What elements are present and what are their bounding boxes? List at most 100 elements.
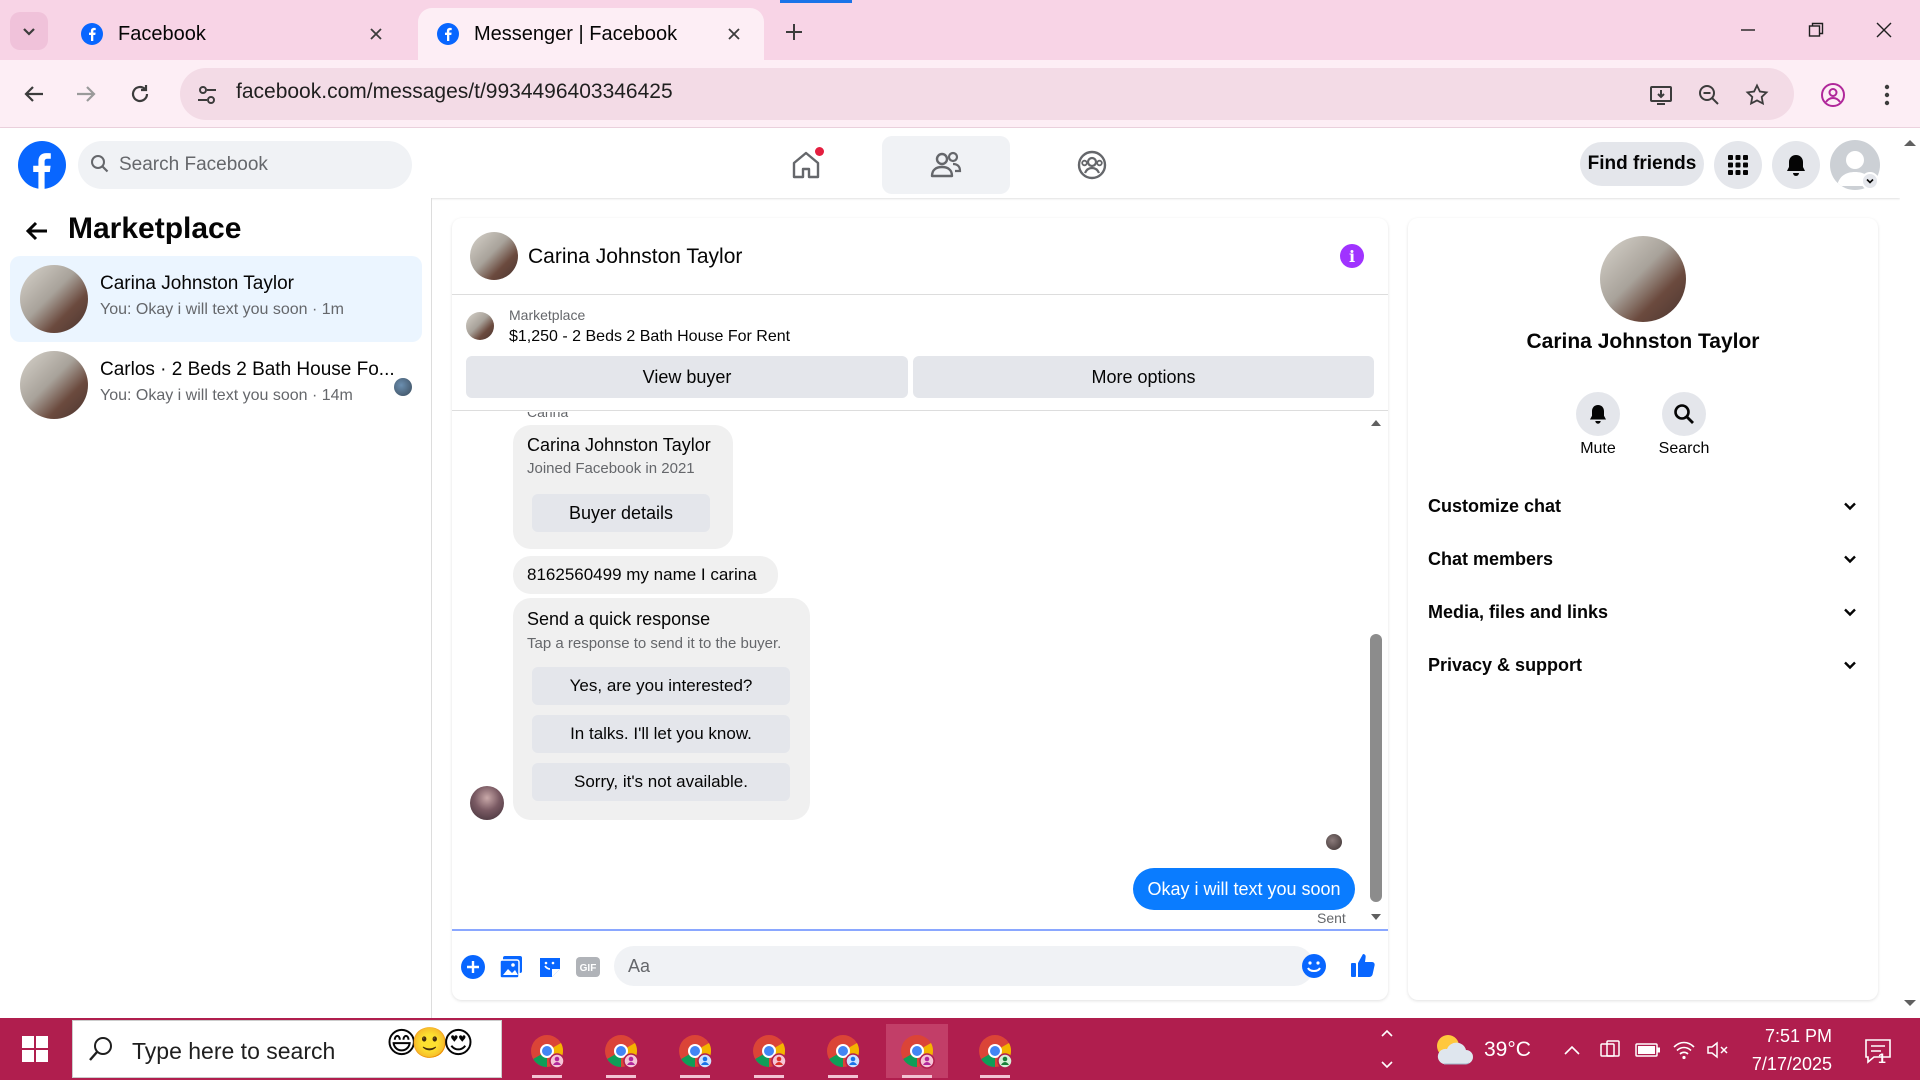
mute-button[interactable]	[1576, 392, 1620, 436]
chat-contact-name[interactable]: Carina Johnston Taylor	[528, 245, 742, 269]
facebook-logo[interactable]	[18, 141, 66, 189]
account-circle-icon	[1821, 83, 1845, 107]
more-actions-button[interactable]	[458, 952, 488, 982]
outgoing-message: Okay i will text you soon	[1133, 868, 1355, 910]
message-input[interactable]	[628, 952, 1228, 980]
meet-now-button[interactable]	[1596, 1036, 1624, 1064]
tune-icon	[198, 86, 216, 104]
taskbar-chrome-app[interactable]	[964, 1024, 1026, 1078]
sticker-button[interactable]	[535, 952, 565, 982]
buyer-details-button[interactable]: Buyer details	[532, 494, 710, 532]
section-label: Chat members	[1428, 548, 1554, 569]
chevron-down-icon	[1844, 502, 1856, 511]
chat-scrollbar-thumb[interactable]	[1370, 634, 1382, 902]
contact-avatar-large[interactable]	[1600, 236, 1686, 322]
clock-time[interactable]: 7:51 PM	[1742, 1026, 1832, 1047]
clock-date[interactable]: 7/17/2025	[1742, 1054, 1832, 1075]
facebook-logo-icon	[18, 141, 66, 189]
chevron-updown-icon	[1381, 1029, 1393, 1069]
quick-response-option[interactable]: In talks. I'll let you know.	[532, 715, 790, 753]
forward-button[interactable]	[66, 74, 106, 114]
account-chevron[interactable]	[1861, 172, 1879, 190]
profile-button[interactable]	[1816, 78, 1850, 112]
show-hidden-icons-button[interactable]	[1558, 1036, 1586, 1064]
bookmark-button[interactable]	[1740, 78, 1774, 112]
close-tab-icon[interactable]	[364, 22, 388, 46]
restore-icon	[1808, 22, 1824, 37]
search-conversation-button[interactable]	[1662, 392, 1706, 436]
nav-home[interactable]	[742, 136, 870, 194]
url-text[interactable]: facebook.com/messages/t/9934496403346425	[236, 80, 673, 104]
listing-title[interactable]: $1,250 - 2 Beds 2 Bath House For Rent	[509, 328, 790, 346]
tab-title: Messenger | Facebook	[474, 22, 678, 45]
more-options-button[interactable]: More options	[913, 356, 1374, 398]
browser-tab-facebook[interactable]: Facebook	[62, 8, 406, 60]
page-scrollbar[interactable]	[1900, 128, 1920, 1018]
attach-photo-button[interactable]	[496, 952, 526, 982]
seen-avatar	[394, 378, 412, 396]
nav-groups[interactable]	[1028, 136, 1156, 194]
conversation-item[interactable]: Carlos · 2 Beds 2 Bath House Fo... You: …	[10, 342, 422, 428]
seen-avatar	[1326, 834, 1342, 850]
facebook-search-input[interactable]	[119, 151, 399, 179]
mute-label: Mute	[1580, 440, 1616, 457]
back-arrow-button[interactable]	[24, 218, 50, 244]
browser-tab-messenger[interactable]: Messenger | Facebook	[418, 8, 764, 60]
volume-button[interactable]	[1704, 1036, 1732, 1064]
restore-button[interactable]	[1786, 12, 1846, 48]
weather-icon[interactable]	[1432, 1030, 1474, 1070]
gif-button[interactable]: GIF	[573, 952, 603, 982]
chevron-down-icon	[1866, 178, 1874, 184]
site-info-button[interactable]	[190, 78, 224, 112]
nav-friends[interactable]	[882, 136, 1010, 194]
plus-icon	[786, 24, 802, 40]
conversation-item[interactable]: Carina Johnston Taylor You: Okay i will …	[10, 256, 422, 342]
conversation-snippet: You: Okay i will text you soon · 1m	[100, 301, 344, 318]
section-customize-chat[interactable]: Customize chat	[1428, 486, 1858, 526]
taskbar-chrome-app-active[interactable]	[886, 1024, 948, 1078]
new-tab-button[interactable]	[778, 16, 810, 48]
taskbar-chrome-app[interactable]	[812, 1024, 874, 1078]
browser-menu-button[interactable]	[1870, 78, 1904, 112]
section-label: Customize chat	[1428, 495, 1562, 516]
chrome-icon	[901, 1035, 935, 1069]
reload-button[interactable]	[120, 74, 160, 114]
notifications-button[interactable]	[1772, 141, 1820, 189]
taskbar-chrome-app[interactable]	[590, 1024, 652, 1078]
section-privacy-support[interactable]: Privacy & support	[1428, 645, 1858, 685]
view-buyer-button[interactable]: View buyer	[466, 356, 908, 398]
menu-button[interactable]	[1714, 141, 1762, 189]
taskbar-chrome-app[interactable]	[664, 1024, 726, 1078]
battery-button[interactable]	[1634, 1036, 1662, 1064]
zoom-button[interactable]	[1692, 78, 1726, 112]
quick-response-option[interactable]: Sorry, it's not available.	[532, 763, 790, 801]
chrome-icon	[531, 1035, 565, 1069]
zoom-out-icon	[1699, 85, 1719, 105]
minimize-button[interactable]	[1718, 12, 1778, 48]
emoji-button[interactable]	[1299, 951, 1329, 981]
section-media-files-links[interactable]: Media, files and links	[1428, 592, 1858, 632]
tab-search-button[interactable]	[10, 12, 48, 50]
notification-dot	[815, 147, 824, 156]
close-tab-icon[interactable]	[722, 22, 746, 46]
network-button[interactable]	[1670, 1036, 1698, 1064]
quick-response-option[interactable]: Yes, are you interested?	[532, 667, 790, 705]
back-button[interactable]	[14, 74, 54, 114]
close-window-button[interactable]	[1854, 12, 1914, 48]
weather-temperature[interactable]: 39°C	[1484, 1038, 1531, 1062]
info-icon[interactable]: i	[1340, 244, 1364, 268]
arrow-left-icon	[25, 221, 47, 241]
contact-avatar[interactable]	[470, 232, 518, 280]
taskbar-chrome-app[interactable]	[738, 1024, 800, 1078]
taskbar-chrome-app[interactable]	[516, 1024, 578, 1078]
start-button[interactable]	[0, 1018, 70, 1080]
taskbar-search-placeholder[interactable]: Type here to search	[132, 1038, 335, 1065]
taskbar-overflow-arrows[interactable]	[1380, 1022, 1394, 1076]
bell-icon	[1590, 405, 1606, 424]
divider	[452, 410, 1388, 411]
find-friends-button[interactable]: Find friends	[1580, 142, 1704, 186]
like-button[interactable]	[1348, 950, 1378, 980]
apps-grid-icon	[1728, 155, 1748, 175]
section-chat-members[interactable]: Chat members	[1428, 539, 1858, 579]
install-app-button[interactable]	[1644, 78, 1678, 112]
